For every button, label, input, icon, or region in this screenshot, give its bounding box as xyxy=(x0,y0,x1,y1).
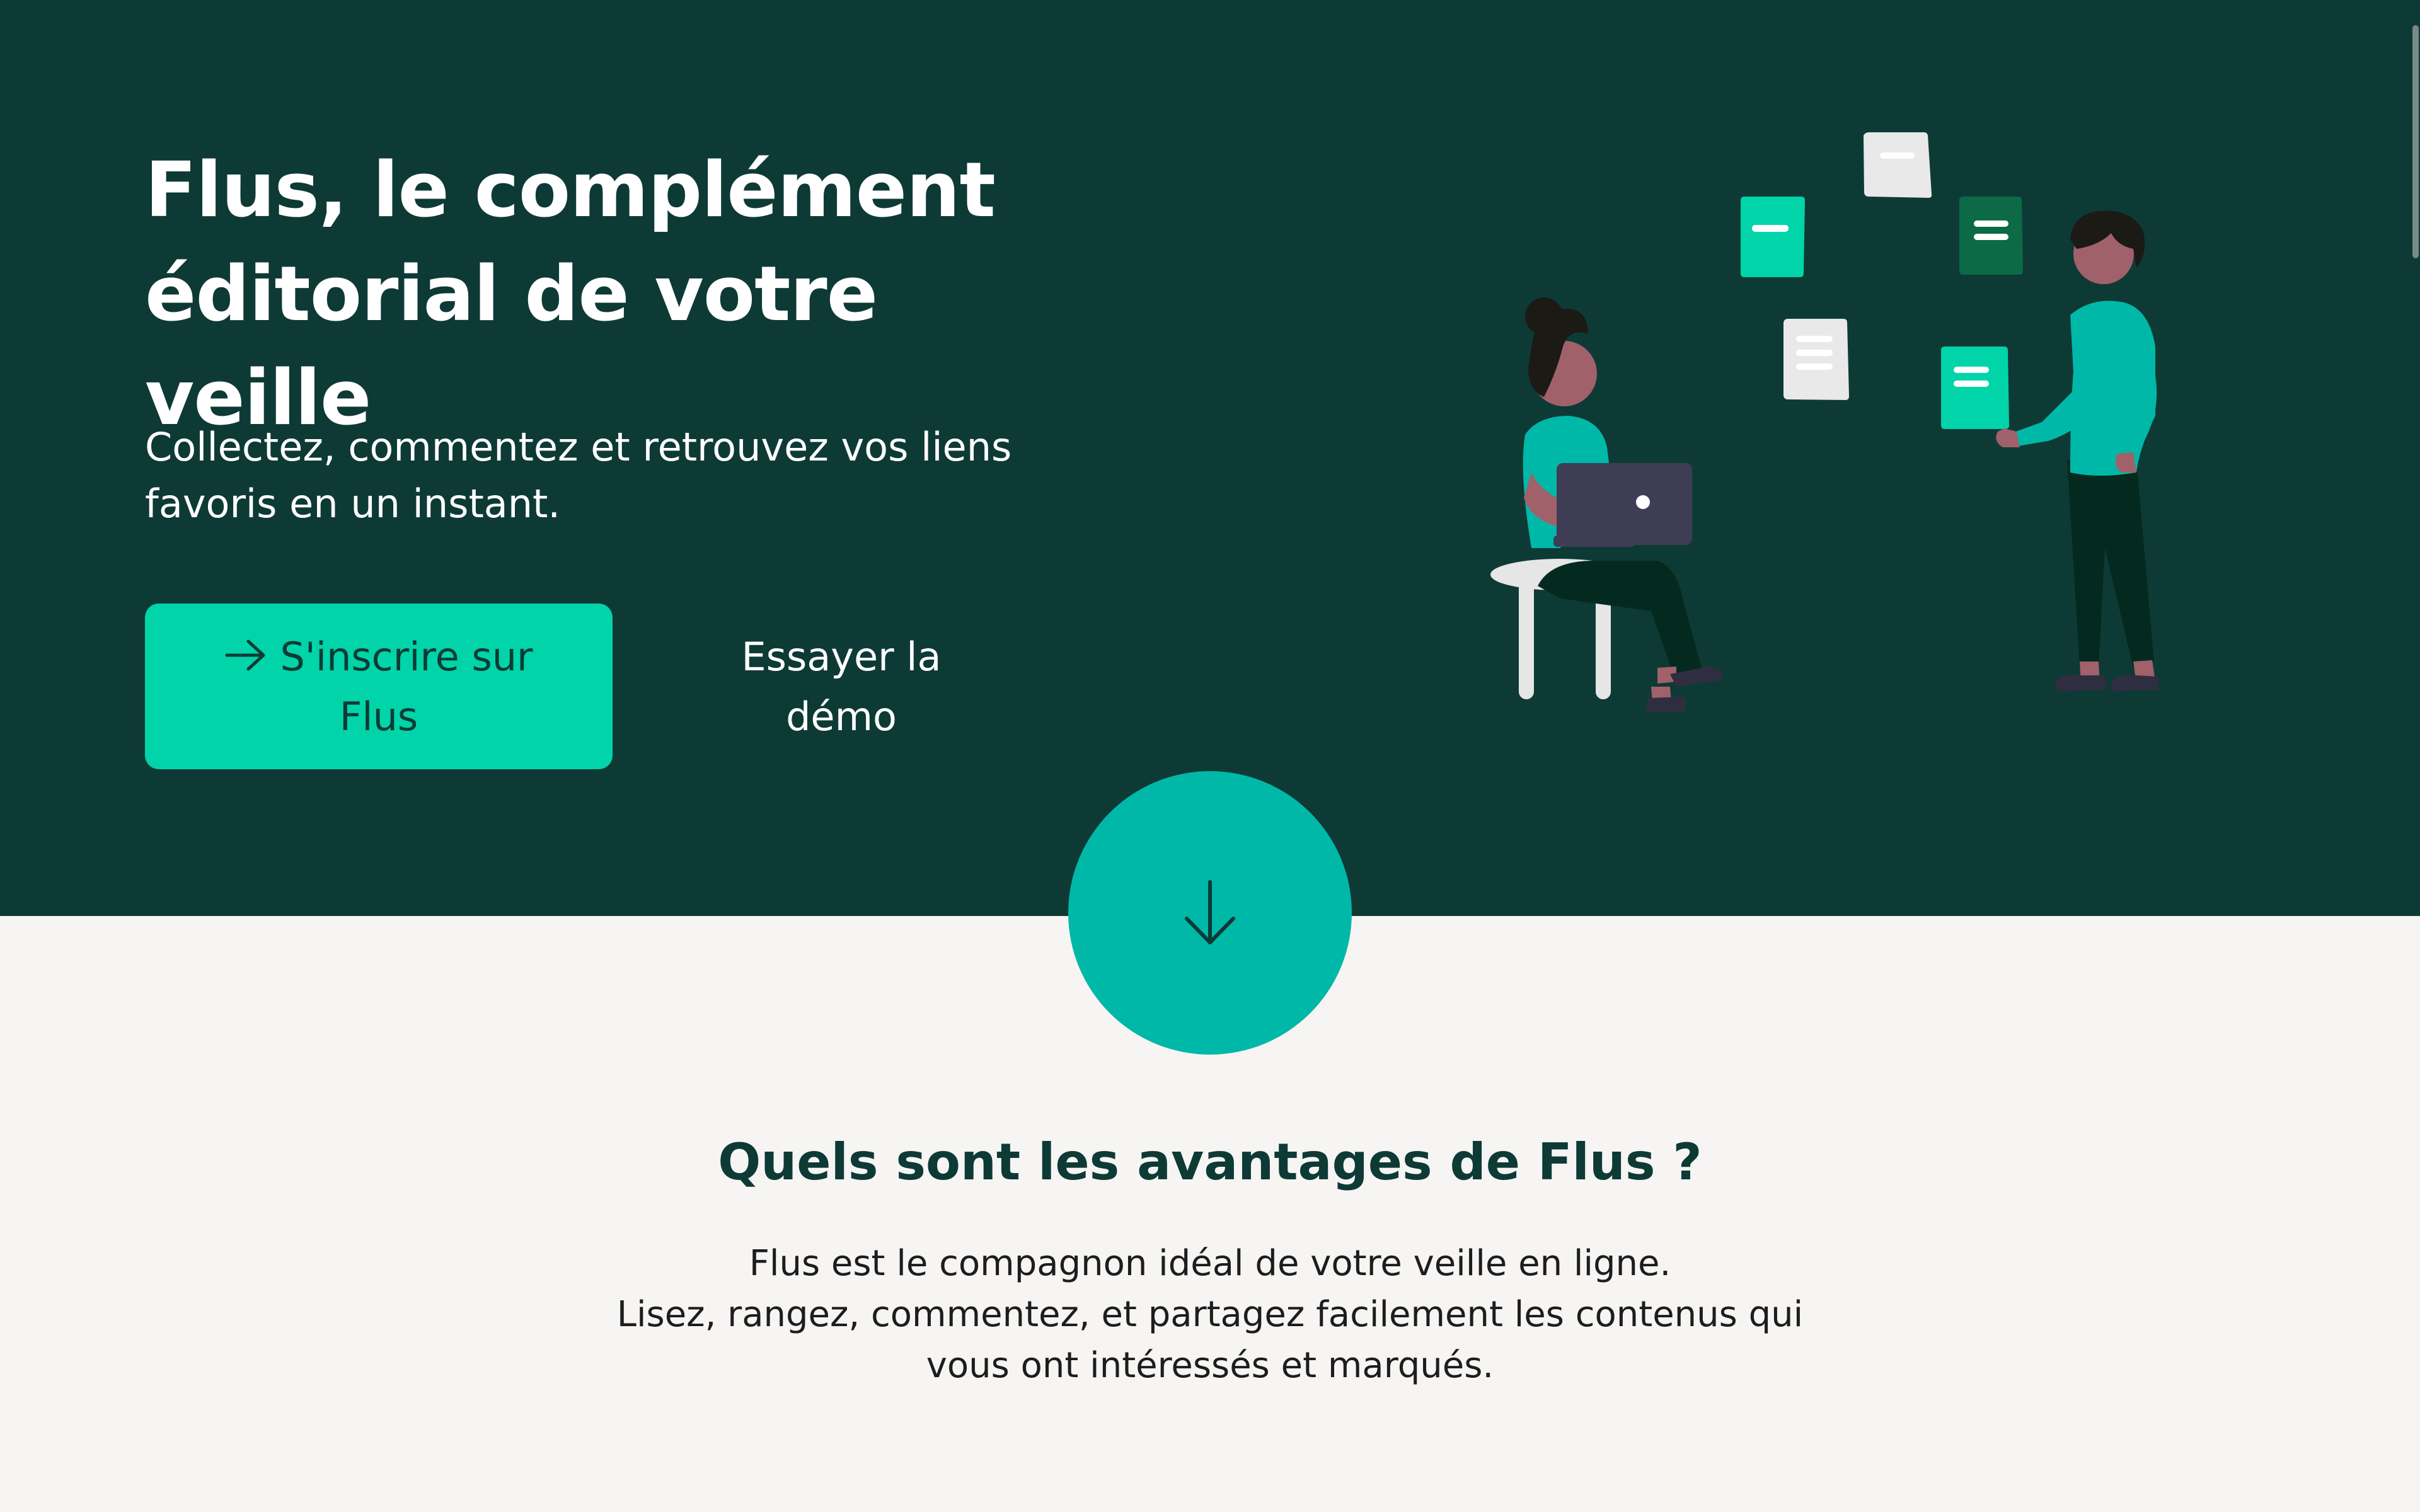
hero-illustration xyxy=(1490,132,2158,712)
advantages-line: Lisez, rangez, commentez, et partagez fa… xyxy=(616,1294,1804,1386)
arrow-down-icon xyxy=(1185,880,1235,944)
scrollbar-thumb[interactable] xyxy=(2412,25,2419,258)
man-illustration xyxy=(1996,210,2158,691)
advantages-line: Flus est le compagnon idéal de votre vei… xyxy=(749,1243,1671,1284)
document-icon xyxy=(1783,319,1849,400)
woman-illustration xyxy=(1523,297,1722,712)
document-icon xyxy=(1941,346,2009,429)
advantages-title: Quels sont les avantages de Flus ? xyxy=(718,1133,1702,1191)
advantages-description: Flus est le compagnon idéal de votre vei… xyxy=(580,1238,1840,1391)
demo-button[interactable]: Essayer la démo xyxy=(712,604,971,769)
page-scrollbar[interactable] xyxy=(2410,0,2420,1512)
demo-button-label: Essayer la démo xyxy=(741,633,942,740)
hero-title: Flus, le complément éditorial de votre v… xyxy=(145,147,996,442)
document-icon xyxy=(1959,197,2023,275)
document-icon xyxy=(1741,197,1805,277)
document-icon xyxy=(1864,132,1932,198)
signup-button[interactable]: S'inscrire sur Flus xyxy=(145,604,613,769)
hero-subtitle: Collectez, commentez et retrouvez vos li… xyxy=(145,424,1012,527)
scroll-down-button[interactable] xyxy=(1068,771,1352,1055)
signup-button-label: S'inscrire sur Flus xyxy=(280,633,533,740)
arrow-right-icon xyxy=(225,639,265,671)
signup-button-content: S'inscrire sur Flus xyxy=(183,627,575,747)
